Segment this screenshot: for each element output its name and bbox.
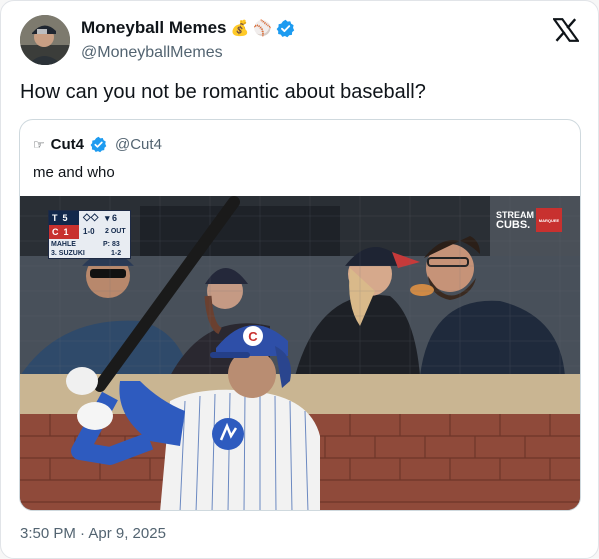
baseball-icon: ⚾ [253,20,272,37]
pitcher: MAHLE [51,241,76,248]
network-logo-text: MARQUEE [538,217,560,223]
verified-icon [276,19,295,37]
pitch-count: P: 83 [103,241,120,248]
broadcast-image[interactable]: C T 5 C 1 ▾ 6 ◇◇ 1-0 2 OUT MAHLE P: 83 3… [20,196,580,510]
cubs-text: CUBS. [496,219,531,231]
away-score: 5 [62,213,68,223]
tweet-timestamp[interactable]: 3:50 PM · Apr 9, 2025 [20,525,166,542]
tweet-text: How can you not be romantic about baseba… [20,81,426,103]
author-avatar[interactable] [20,15,70,65]
batter-line: 1-2 [111,250,122,257]
away-team: T [52,213,58,223]
inning: ▾ 6 [105,213,118,223]
finger-point-icon: ☞ [33,136,45,152]
outs: 2 OUT [105,228,126,235]
bases-icon: ◇◇ [83,212,99,223]
tweet-card: Moneyball Memes 💰 ⚾ @MoneyballMemes How … [0,0,599,559]
batter: 3. SUZUKI [51,250,85,257]
quoted-tweet[interactable]: ☞ Cut4 @Cut4 me and who C T 5 C 1 ▾ 6 ◇◇… [19,119,581,511]
svg-text:C: C [248,329,258,344]
stream-cubs-watermark: STREAM CUBS. [496,210,534,231]
home-team: C [52,227,59,237]
verified-icon [90,136,107,153]
author-handle[interactable]: @MoneyballMemes [81,44,223,62]
quoted-text: me and who [33,164,115,181]
quoted-author-handle[interactable]: @Cut4 [115,136,162,153]
quoted-header: ☞ Cut4 @Cut4 [33,136,162,153]
network-logo: MARQUEE [536,208,562,232]
scorebug: T 5 C 1 ▾ 6 ◇◇ 1-0 2 OUT MAHLE P: 83 3. … [48,210,131,259]
home-score: 1 [63,227,69,237]
count: 1-0 [83,227,95,236]
money-bag-icon: 💰 [230,20,250,37]
quoted-author-name[interactable]: Cut4 [51,136,84,153]
author-name[interactable]: Moneyball Memes [81,18,227,38]
author-name-row: Moneyball Memes 💰 ⚾ [81,18,295,38]
x-logo-icon[interactable] [553,18,579,42]
